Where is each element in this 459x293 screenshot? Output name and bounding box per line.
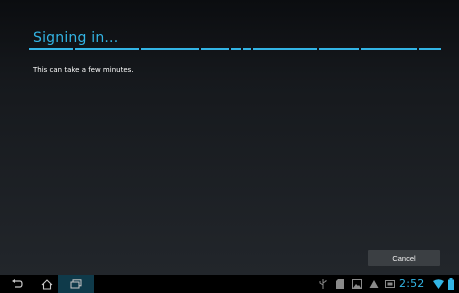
status-area[interactable]: 2:52 [310,275,459,293]
progress-segment [243,48,251,50]
indeterminate-progress-bar [29,48,441,50]
home-button[interactable] [36,275,58,293]
screen: Signing in... This can take a few minute… [0,0,459,293]
recent-apps-button[interactable] [58,275,94,293]
back-button[interactable] [6,275,28,293]
wifi-icon [433,279,444,289]
recent-apps-icon [70,279,82,289]
screenshot-icon [385,280,395,288]
progress-segment [201,48,229,50]
progress-segment [319,48,359,50]
progress-segment [141,48,199,50]
progress-segment [29,48,73,50]
home-icon [41,278,53,290]
warning-icon [369,280,379,288]
progress-segment [253,48,317,50]
image-icon [352,279,362,289]
system-bar: 2:52 [0,275,459,293]
dialog-message: This can take a few minutes. [33,66,134,74]
sd-card-icon [336,279,344,289]
progress-segment [75,48,139,50]
back-icon [12,279,23,288]
progress-segment [361,48,417,50]
usb-icon [319,279,327,289]
battery-icon [448,278,454,290]
progress-segment [419,48,441,50]
status-clock: 2:52 [399,277,425,290]
progress-segment [231,48,241,50]
cancel-button[interactable]: Cancel [368,250,440,266]
signin-dialog: Signing in... This can take a few minute… [0,0,459,275]
dialog-title: Signing in... [33,30,119,46]
